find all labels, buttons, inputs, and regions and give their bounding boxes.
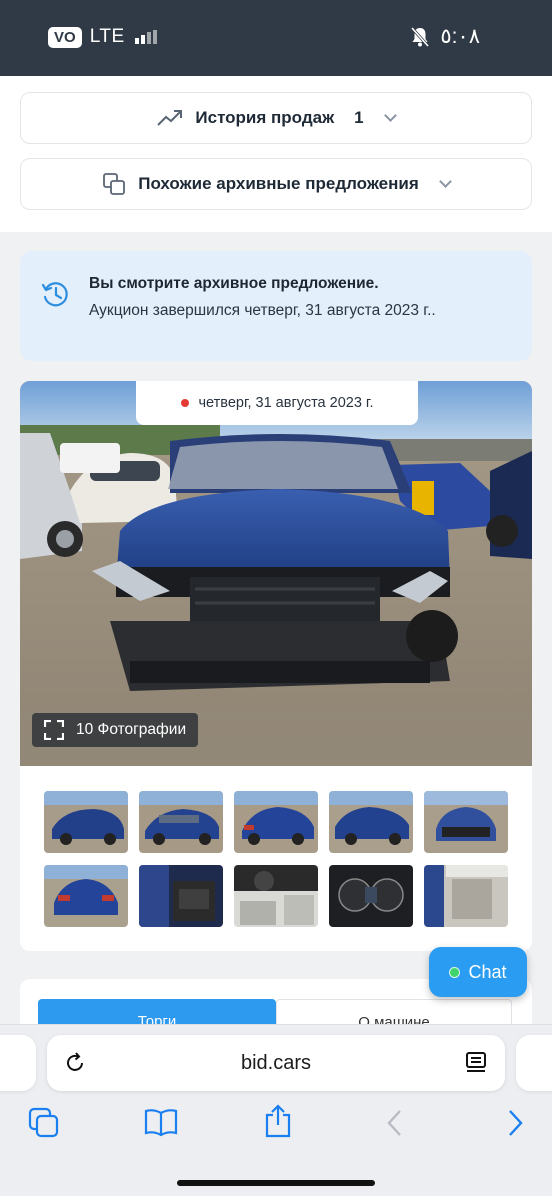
next-tab-preview[interactable] (516, 1035, 552, 1091)
tab-bidding[interactable]: Торги (38, 999, 276, 1026)
top-card: История продаж 1 Похожие архивные предло… (0, 76, 552, 232)
sales-history-count: 1 (354, 108, 364, 127)
copy-icon (103, 173, 126, 195)
photo-count-button[interactable]: 10 Фотографии (32, 713, 199, 747)
clock: ٥:٠٨ (440, 25, 480, 48)
thumbnail[interactable] (234, 865, 318, 927)
chevron-down-icon (438, 175, 452, 188)
notice-text: Аукцион завершился четверг, 31 августа 2… (89, 302, 436, 319)
history-icon (41, 282, 68, 307)
thumbnail[interactable] (234, 791, 318, 853)
reload-icon[interactable] (63, 1051, 87, 1075)
silent-bell-icon (411, 26, 430, 47)
forward-arrow-icon[interactable] (504, 1107, 526, 1139)
signal-icon (134, 30, 157, 44)
similar-archived-accordion[interactable]: Похожие архивные предложения (20, 158, 532, 210)
thumbnail[interactable] (329, 865, 413, 927)
status-bar: VO LTE ٥:٠٨ (0, 0, 552, 76)
vo-badge: VO (48, 26, 82, 48)
chevron-down-icon (383, 109, 397, 122)
thumbnail[interactable] (329, 791, 413, 853)
car-photo-image (20, 381, 532, 766)
thumbnail[interactable] (424, 865, 508, 927)
chat-label: Chat (468, 961, 507, 982)
sales-history-accordion[interactable]: История продаж 1 (20, 92, 532, 144)
online-status-icon (449, 966, 461, 978)
network-type: LTE (89, 26, 125, 47)
notice-title: Вы смотрите архивное предложение. (89, 275, 379, 292)
tabs-icon[interactable] (28, 1107, 60, 1139)
reader-mode-icon[interactable] (465, 1051, 487, 1075)
fullscreen-icon (44, 720, 64, 740)
auction-date: четверг, 31 августа 2023 г. (198, 395, 374, 411)
trending-up-icon (157, 110, 183, 126)
thumbnail[interactable] (139, 791, 223, 853)
browser-toolbar: bid.cars (0, 1024, 552, 1196)
share-icon[interactable] (264, 1103, 292, 1139)
home-indicator (177, 1180, 375, 1186)
previous-tab-preview[interactable] (0, 1035, 36, 1091)
address-bar[interactable]: bid.cars (47, 1035, 505, 1091)
tab-about-car[interactable]: О машине (276, 999, 512, 1026)
sales-history-label: История продаж (195, 108, 335, 127)
main-car-photo[interactable]: четверг, 31 августа 2023 г. 10 Фотографи… (20, 381, 532, 766)
web-page: История продаж 1 Похожие архивные предло… (0, 76, 552, 1026)
photo-gallery: четверг, 31 августа 2023 г. 10 Фотографи… (20, 381, 532, 951)
chat-button[interactable]: Chat (429, 947, 527, 997)
auction-date-pill: четверг, 31 августа 2023 г. (136, 381, 418, 425)
url-text: bid.cars (240, 1052, 312, 1074)
thumbnail[interactable] (44, 865, 128, 927)
bookmarks-icon[interactable] (144, 1107, 178, 1139)
photo-count-label: 10 Фотографии (76, 721, 187, 738)
thumbnail[interactable] (139, 865, 223, 927)
similar-archived-label: Похожие архивные предложения (138, 174, 419, 193)
back-arrow-icon[interactable] (384, 1107, 406, 1139)
red-dot-icon (180, 399, 189, 407)
thumbnail[interactable] (424, 791, 508, 853)
archive-notice: Вы смотрите архивное предложение. Аукцио… (20, 251, 532, 361)
thumbnail[interactable] (44, 791, 128, 853)
